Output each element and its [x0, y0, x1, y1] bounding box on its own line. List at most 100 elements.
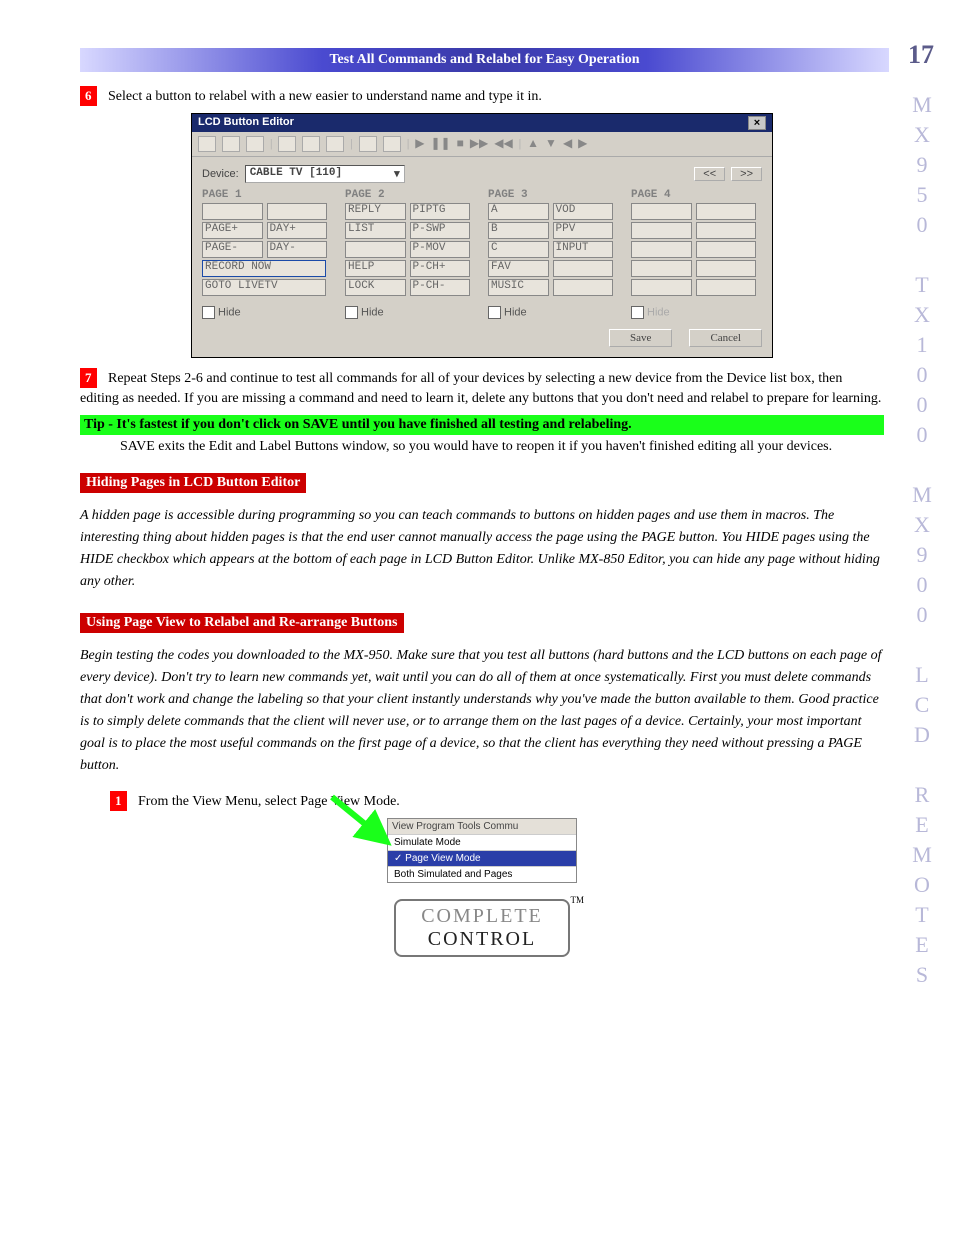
- lcd-button[interactable]: DAY-: [267, 241, 328, 258]
- close-icon[interactable]: ×: [748, 116, 766, 130]
- layout-icon[interactable]: [383, 136, 401, 152]
- lcd-button[interactable]: RECORD NOW: [202, 260, 326, 277]
- hide-checkbox[interactable]: [345, 306, 358, 319]
- hide-checkbox[interactable]: [202, 306, 215, 319]
- lcd-button[interactable]: GOTO LIVETV: [202, 279, 326, 296]
- section-header: Test All Commands and Relabel for Easy O…: [80, 48, 889, 72]
- lcd-button[interactable]: [631, 241, 692, 258]
- stop-icon[interactable]: ■: [457, 136, 464, 152]
- lcd-button[interactable]: [631, 279, 692, 296]
- pause-icon[interactable]: ❚❚: [430, 136, 450, 152]
- step-7-num: 7: [80, 368, 97, 388]
- step-6-num: 6: [80, 86, 97, 106]
- lcd-button[interactable]: P-CH+: [410, 260, 471, 277]
- ff-icon[interactable]: ▶▶: [470, 136, 488, 152]
- tool-icon[interactable]: [198, 136, 216, 152]
- page-number: 17: [908, 40, 934, 70]
- step-6: 6 Select a button to relabel with a new …: [80, 86, 884, 107]
- lcd-button[interactable]: LOCK: [345, 279, 406, 296]
- lcd-button[interactable]: HELP: [345, 260, 406, 277]
- hide-label: Hide: [504, 306, 527, 318]
- lcd-button[interactable]: P-SWP: [410, 222, 471, 239]
- hide-checkbox[interactable]: [631, 306, 644, 319]
- lcd-button[interactable]: [631, 203, 692, 220]
- tool-icon[interactable]: [222, 136, 240, 152]
- cancel-button[interactable]: Cancel: [689, 329, 762, 347]
- lcd-button[interactable]: A: [488, 203, 549, 220]
- menu-item[interactable]: ✓ Page View Mode: [388, 850, 576, 866]
- side-label: MX950 TX1000 MX900 LCD REMOTES: [908, 90, 936, 1195]
- lcd-button[interactable]: [631, 260, 692, 277]
- tool-icon[interactable]: [246, 136, 264, 152]
- page-title: PAGE 1: [202, 189, 327, 201]
- lcd-button[interactable]: C: [488, 241, 549, 258]
- save-button[interactable]: Save: [609, 329, 672, 347]
- step-1: 1 From the View Menu, select Page View M…: [110, 791, 884, 812]
- align-icon[interactable]: [326, 136, 344, 152]
- logo-top: COMPLETE: [406, 905, 558, 928]
- window-titlebar: LCD Button Editor ×: [192, 114, 772, 132]
- window-title: LCD Button Editor: [198, 116, 294, 130]
- device-select[interactable]: CABLE TV [110] ▾: [245, 165, 405, 183]
- lcd-button[interactable]: [696, 203, 757, 220]
- lcd-button[interactable]: [696, 222, 757, 239]
- trademark-symbol: TM: [571, 895, 585, 905]
- lcd-button[interactable]: DAY+: [267, 222, 328, 239]
- page-view-body: Begin testing the codes you downloaded t…: [80, 645, 884, 777]
- left-icon[interactable]: ◀: [563, 136, 572, 152]
- down-icon[interactable]: ▼: [545, 136, 557, 152]
- lcd-button[interactable]: PAGE-: [202, 241, 263, 258]
- step-7: 7 Repeat Steps 2-6 and continue to test …: [80, 368, 884, 409]
- lcd-button[interactable]: [202, 203, 263, 220]
- lcd-button[interactable]: VOD: [553, 203, 614, 220]
- hide-checkbox[interactable]: [488, 306, 501, 319]
- page-title: PAGE 4: [631, 189, 756, 201]
- lcd-button[interactable]: [696, 241, 757, 258]
- lcd-button[interactable]: PAGE+: [202, 222, 263, 239]
- play-icon[interactable]: ▶: [415, 136, 424, 152]
- hide-label: Hide: [647, 306, 670, 318]
- lcd-button[interactable]: PPV: [553, 222, 614, 239]
- lcd-button[interactable]: [553, 279, 614, 296]
- lcd-button-editor-screenshot: LCD Button Editor × | | | ▶ ❚❚ ■ ▶▶ ◀◀: [191, 113, 773, 358]
- step-6-text: Select a button to relabel with a new ea…: [108, 89, 542, 104]
- up-icon[interactable]: ▲: [527, 136, 539, 152]
- page-title: PAGE 2: [345, 189, 470, 201]
- lcd-button[interactable]: INPUT: [553, 241, 614, 258]
- layout-icon[interactable]: [359, 136, 377, 152]
- page-title: PAGE 3: [488, 189, 613, 201]
- chevron-down-icon: ▾: [394, 167, 400, 181]
- lcd-button[interactable]: REPLY: [345, 203, 406, 220]
- lcd-button[interactable]: P-MOV: [410, 241, 471, 258]
- page-next-button[interactable]: >>: [731, 167, 762, 181]
- rw-icon[interactable]: ◀◀: [494, 136, 512, 152]
- tip-body: SAVE exits the Edit and Label Buttons wi…: [120, 437, 884, 457]
- lcd-button[interactable]: FAV: [488, 260, 549, 277]
- page-prev-button[interactable]: <<: [694, 167, 725, 181]
- complete-control-logo: TM COMPLETE CONTROL: [394, 899, 570, 957]
- lcd-button[interactable]: MUSIC: [488, 279, 549, 296]
- hiding-pages-heading: Hiding Pages in LCD Button Editor: [80, 473, 306, 493]
- lcd-button[interactable]: [631, 222, 692, 239]
- hide-label: Hide: [361, 306, 384, 318]
- lcd-button[interactable]: [553, 260, 614, 277]
- view-menu-screenshot: View Program Tools Commu Simulate Mode✓ …: [387, 818, 577, 883]
- lcd-button[interactable]: PIPTG: [410, 203, 471, 220]
- editor-toolbar: | | | ▶ ❚❚ ■ ▶▶ ◀◀ | ▲ ▼ ◀ ▶: [192, 132, 772, 157]
- lcd-button[interactable]: [696, 279, 757, 296]
- lcd-button[interactable]: [696, 260, 757, 277]
- align-icon[interactable]: [302, 136, 320, 152]
- logo-bottom: CONTROL: [406, 928, 558, 951]
- lcd-button[interactable]: [345, 241, 406, 258]
- lcd-button[interactable]: [267, 203, 328, 220]
- menu-bar: View Program Tools Commu: [388, 819, 576, 834]
- align-icon[interactable]: [278, 136, 296, 152]
- lcd-button[interactable]: LIST: [345, 222, 406, 239]
- document-body: 6 Select a button to relabel with a new …: [80, 82, 884, 1215]
- right-icon[interactable]: ▶: [578, 136, 587, 152]
- menu-item[interactable]: Both Simulated and Pages: [388, 866, 576, 882]
- tip-heading: Tip - It's fastest if you don't click on…: [80, 415, 884, 435]
- lcd-button[interactable]: P-CH-: [410, 279, 471, 296]
- lcd-button[interactable]: B: [488, 222, 549, 239]
- menu-item[interactable]: Simulate Mode: [388, 834, 576, 850]
